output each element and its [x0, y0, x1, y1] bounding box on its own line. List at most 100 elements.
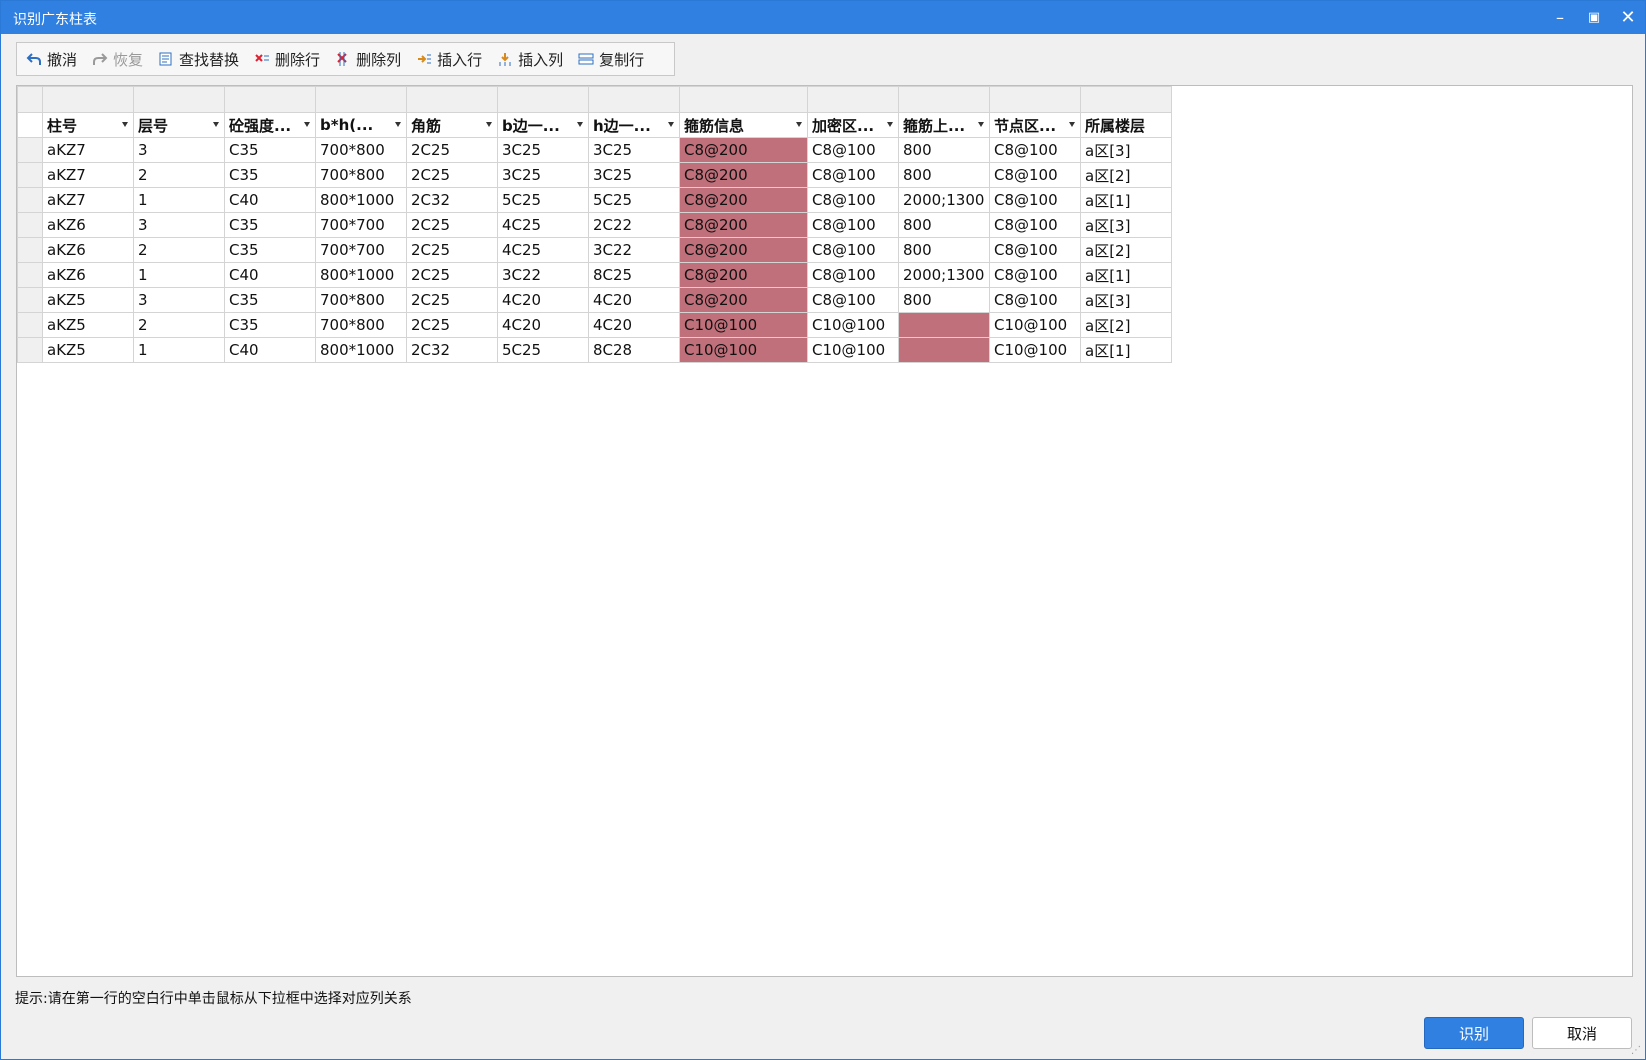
column-header[interactable]: h边一... — [588, 112, 680, 138]
table-cell[interactable]: C8@100 — [989, 262, 1081, 288]
table-cell[interactable]: C8@100 — [807, 237, 899, 263]
table-row[interactable]: aKZ7 1 C40 800*1000 2C32 5C25 5C25 C8@200 C8@100… — [17, 187, 1172, 213]
table-cell[interactable]: C8@100 — [807, 137, 899, 163]
redo-button[interactable]: 恢复 — [91, 45, 143, 73]
table-cell[interactable]: C35 — [224, 162, 316, 188]
table-cell[interactable]: 5C25 — [588, 187, 680, 213]
dropdown-arrow-icon[interactable] — [1069, 122, 1075, 127]
column-header[interactable]: 箍筋信息 — [679, 112, 808, 138]
row-header-cell[interactable] — [17, 162, 43, 188]
table-cell[interactable]: C35 — [224, 312, 316, 338]
column-header[interactable]: 柱号 — [42, 112, 134, 138]
table-cell[interactable]: 3 — [133, 287, 225, 313]
mapping-cell[interactable] — [315, 86, 407, 113]
table-cell[interactable]: C35 — [224, 212, 316, 238]
column-header[interactable]: 角筋 — [406, 112, 498, 138]
dropdown-arrow-icon[interactable] — [122, 122, 128, 127]
table-cell[interactable]: 8C25 — [588, 262, 680, 288]
row-header-cell[interactable] — [17, 337, 43, 363]
table-cell[interactable]: C40 — [224, 187, 316, 213]
mapping-cell[interactable] — [133, 86, 225, 113]
table-row[interactable]: aKZ5 2 C35 700*800 2C25 4C20 4C20 C10@100 C10@10… — [17, 312, 1172, 338]
cancel-button[interactable]: 取消 — [1532, 1017, 1632, 1049]
table-cell[interactable]: C8@100 — [807, 212, 899, 238]
column-header[interactable]: 箍筋上... — [898, 112, 990, 138]
table-cell[interactable]: C40 — [224, 262, 316, 288]
row-header-cell[interactable] — [17, 312, 43, 338]
row-header-cell[interactable] — [17, 262, 43, 288]
table-cell[interactable]: C10@100 — [989, 312, 1081, 338]
table-cell[interactable]: 2C32 — [406, 337, 498, 363]
table-cell[interactable]: 700*800 — [315, 162, 407, 188]
table-row[interactable]: aKZ7 3 C35 700*800 2C25 3C25 3C25 C8@200 C8@100 8… — [17, 137, 1172, 163]
mapping-cell[interactable] — [497, 86, 589, 113]
table-cell[interactable]: aKZ7 — [42, 137, 134, 163]
table-cell[interactable] — [898, 337, 990, 363]
table-cell[interactable]: C35 — [224, 287, 316, 313]
column-header[interactable]: 砼强度... — [224, 112, 316, 138]
copy-row-button[interactable]: 复制行 — [577, 45, 644, 73]
table-cell[interactable]: 800 — [898, 287, 990, 313]
table-cell[interactable]: aKZ7 — [42, 162, 134, 188]
table-cell[interactable]: 3C25 — [588, 137, 680, 163]
table-cell[interactable]: aKZ6 — [42, 212, 134, 238]
table-cell[interactable]: 3C25 — [497, 162, 589, 188]
column-header[interactable]: 加密区... — [807, 112, 899, 138]
table-cell[interactable]: 2C25 — [406, 312, 498, 338]
table-cell[interactable]: 800 — [898, 237, 990, 263]
table-cell[interactable]: C8@200 — [679, 237, 808, 263]
mapping-cell[interactable] — [1080, 86, 1172, 113]
table-cell[interactable]: a区[3] — [1080, 287, 1172, 313]
table-cell[interactable]: 700*800 — [315, 312, 407, 338]
insert-col-button[interactable]: 插入列 — [496, 45, 563, 73]
table-cell[interactable]: C8@200 — [679, 187, 808, 213]
table-cell[interactable]: 2C25 — [406, 262, 498, 288]
table-cell[interactable]: 800*1000 — [315, 187, 407, 213]
table-cell[interactable]: 1 — [133, 187, 225, 213]
table-cell[interactable]: 2C32 — [406, 187, 498, 213]
table-cell[interactable]: 4C20 — [588, 287, 680, 313]
delete-row-button[interactable]: 删除行 — [253, 45, 320, 73]
minimize-icon[interactable]: – — [1543, 1, 1577, 34]
close-icon[interactable]: ✕ — [1611, 1, 1645, 34]
table-cell[interactable]: C8@200 — [679, 262, 808, 288]
table-cell[interactable]: C8@100 — [989, 287, 1081, 313]
table-cell[interactable]: a区[2] — [1080, 312, 1172, 338]
table-cell[interactable]: 2C25 — [406, 162, 498, 188]
table-cell[interactable]: 800*1000 — [315, 262, 407, 288]
table-row[interactable]: aKZ5 3 C35 700*800 2C25 4C20 4C20 C8@200 C8@100 8… — [17, 287, 1172, 313]
mapping-cell[interactable] — [898, 86, 990, 113]
table-cell[interactable]: C8@100 — [807, 287, 899, 313]
table-row[interactable]: aKZ6 2 C35 700*700 2C25 4C25 3C22 C8@200 C8@100 8… — [17, 237, 1172, 263]
table-cell[interactable]: 4C25 — [497, 212, 589, 238]
dropdown-arrow-icon[interactable] — [395, 122, 401, 127]
dropdown-arrow-icon[interactable] — [577, 122, 583, 127]
delete-col-button[interactable]: 删除列 — [334, 45, 401, 73]
table-cell[interactable]: C40 — [224, 337, 316, 363]
table-cell[interactable]: C10@100 — [679, 312, 808, 338]
dropdown-arrow-icon[interactable] — [978, 122, 984, 127]
column-header[interactable]: 层号 — [133, 112, 225, 138]
table-cell[interactable]: C8@200 — [679, 162, 808, 188]
mapping-cell[interactable] — [42, 86, 134, 113]
dropdown-arrow-icon[interactable] — [668, 122, 674, 127]
maximize-icon[interactable]: ▣ — [1577, 1, 1611, 34]
table-cell[interactable]: 2 — [133, 312, 225, 338]
table-cell[interactable]: C10@100 — [807, 337, 899, 363]
table-cell[interactable]: C8@100 — [989, 137, 1081, 163]
mapping-cell[interactable] — [989, 86, 1081, 113]
table-cell[interactable]: C10@100 — [679, 337, 808, 363]
table-cell[interactable]: 4C25 — [497, 237, 589, 263]
dropdown-arrow-icon[interactable] — [796, 122, 802, 127]
table-cell[interactable]: 800 — [898, 137, 990, 163]
table-cell[interactable]: C8@100 — [989, 212, 1081, 238]
table-cell[interactable]: 3C22 — [497, 262, 589, 288]
table-row[interactable]: aKZ5 1 C40 800*1000 2C32 5C25 8C28 C10@100 C10@1… — [17, 337, 1172, 363]
find-replace-button[interactable]: 查找替换 — [157, 45, 239, 73]
column-header[interactable]: 所属楼层 — [1080, 112, 1172, 138]
table-cell[interactable]: 800 — [898, 212, 990, 238]
row-header-cell[interactable] — [17, 237, 43, 263]
table-cell[interactable]: C8@200 — [679, 287, 808, 313]
mapping-cell[interactable] — [588, 86, 680, 113]
table-cell[interactable]: C35 — [224, 137, 316, 163]
